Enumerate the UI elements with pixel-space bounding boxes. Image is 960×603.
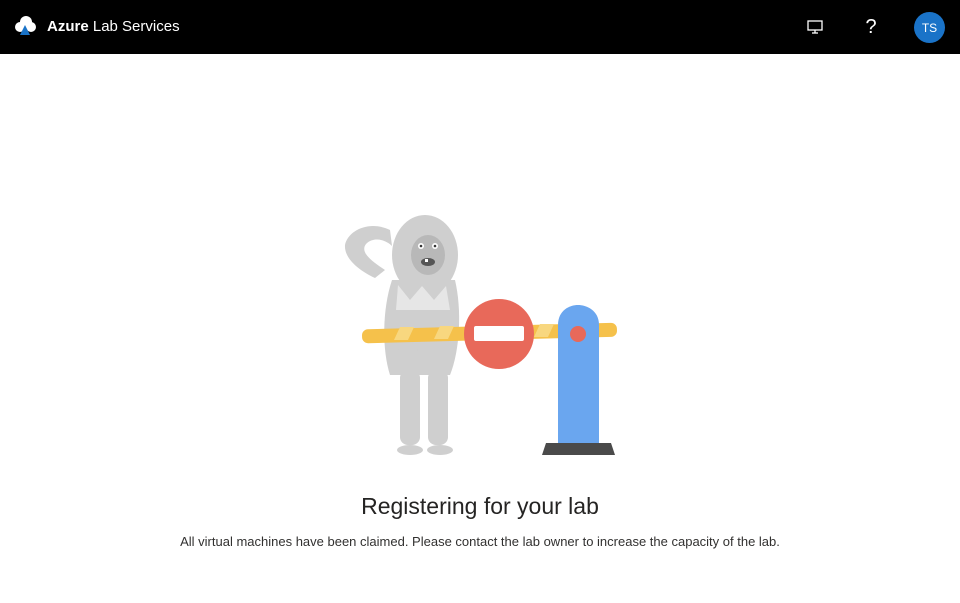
user-avatar[interactable]: TS — [914, 12, 945, 43]
app-product: Lab Services — [92, 18, 180, 35]
stop-sign — [464, 299, 534, 369]
page-heading: Registering for your lab — [361, 493, 599, 519]
app-brand: Azure — [47, 18, 89, 35]
help-button[interactable]: ? — [858, 14, 884, 40]
capacity-message: All virtual machines have been claimed. … — [180, 534, 780, 549]
monitor-button[interactable] — [802, 14, 828, 40]
yeti-barrier-illustration — [344, 215, 617, 455]
top-bar: Azure Lab Services ? TS — [0, 0, 960, 54]
app-title[interactable]: Azure Lab Services — [47, 17, 180, 37]
monitor-icon — [807, 20, 823, 34]
azure-lab-logo-icon — [15, 16, 36, 35]
help-icon: ? — [865, 16, 877, 38]
